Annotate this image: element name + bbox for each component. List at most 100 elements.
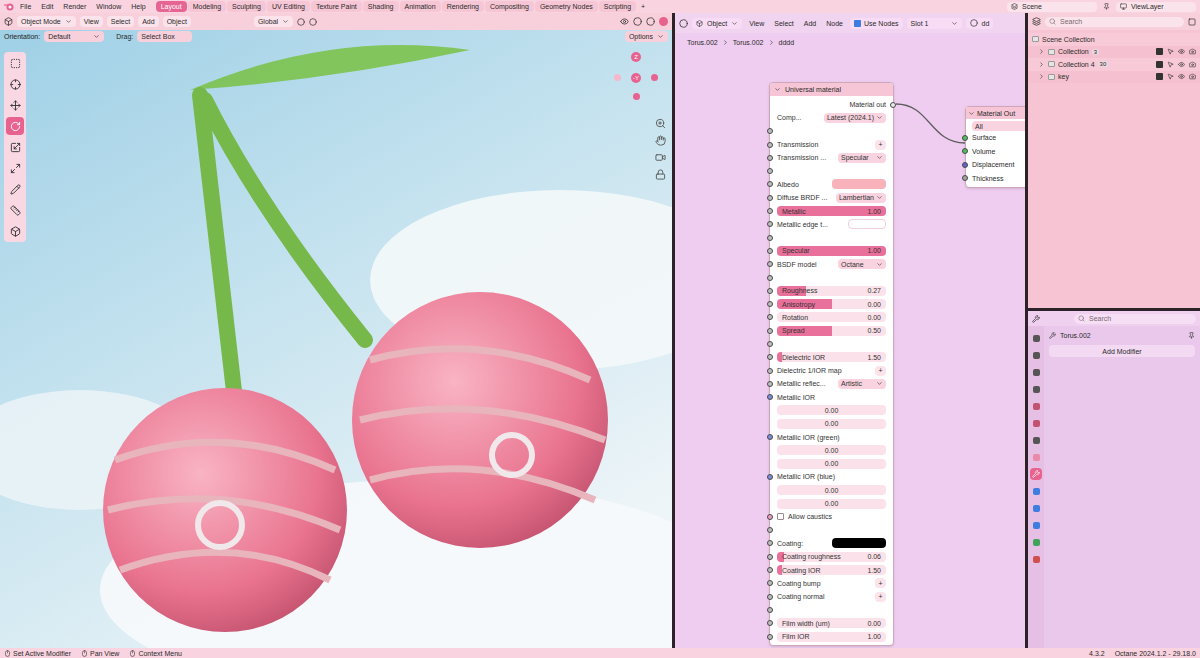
editor-type-icon[interactable]	[1032, 17, 1041, 26]
input-socket[interactable]	[767, 394, 773, 400]
properties-tab[interactable]	[1030, 400, 1042, 412]
target-dropdown[interactable]: All	[972, 121, 1025, 131]
input-socket[interactable]	[767, 368, 773, 374]
search-field[interactable]: Search	[1045, 17, 1184, 27]
menu-item[interactable]: Help	[127, 3, 149, 10]
properties-tab[interactable]	[1030, 383, 1042, 395]
material-selector[interactable]: dd	[966, 18, 994, 29]
input-socket[interactable]	[767, 195, 773, 201]
dropdown[interactable]: Artistic	[838, 379, 886, 389]
collapse-icon[interactable]	[968, 110, 975, 117]
input-socket[interactable]	[767, 275, 773, 281]
input-socket[interactable]	[767, 155, 773, 161]
search-field[interactable]: Search	[1074, 314, 1196, 324]
expand-icon[interactable]	[1038, 61, 1045, 68]
input-socket[interactable]	[767, 341, 773, 347]
add-workspace-button[interactable]: +	[637, 3, 649, 10]
slider[interactable]: Coating IOR1.50	[777, 565, 886, 575]
universal-material-node[interactable]: Universal materialMaterial outComp...Lat…	[769, 82, 894, 646]
outliner-row[interactable]: Collection 430	[1028, 58, 1200, 71]
workspace-tab[interactable]: UV Editing	[267, 1, 310, 12]
workspace-tab[interactable]: Geometry Nodes	[535, 1, 598, 12]
breadcrumb[interactable]: dddd	[779, 39, 795, 46]
tool-button[interactable]	[6, 117, 24, 135]
options-dropdown[interactable]: Options	[625, 31, 668, 42]
visibility-icon[interactable]	[1178, 48, 1185, 55]
text-field[interactable]	[848, 219, 886, 229]
input-socket[interactable]	[962, 175, 968, 181]
visibility-icon[interactable]	[1178, 61, 1185, 68]
tool-button[interactable]	[6, 96, 24, 114]
input-socket[interactable]	[767, 301, 773, 307]
menu-item[interactable]: Add	[801, 20, 819, 27]
shader-type-dropdown[interactable]: Object	[692, 18, 742, 29]
drag-dropdown[interactable]: Select Box	[137, 31, 192, 42]
menu-item[interactable]: Object	[163, 16, 191, 27]
input-socket[interactable]	[767, 540, 773, 546]
input-socket[interactable]	[962, 135, 968, 141]
editor-type-icon[interactable]	[679, 19, 688, 28]
input-socket[interactable]	[767, 208, 773, 214]
orientation-dropdown[interactable]: Default	[44, 31, 104, 42]
workspace-tab[interactable]: Sculpting	[227, 1, 266, 12]
properties-tab[interactable]	[1030, 332, 1042, 344]
exclude-checkbox[interactable]	[1156, 73, 1163, 80]
number-field[interactable]: 0.00	[777, 419, 886, 429]
properties-tab[interactable]	[1030, 485, 1042, 497]
menu-item[interactable]: Select	[771, 20, 796, 27]
input-socket[interactable]	[767, 567, 773, 573]
tool-button[interactable]	[6, 75, 24, 93]
exclude-checkbox[interactable]	[1156, 61, 1163, 68]
menu-item[interactable]: Select	[107, 16, 134, 27]
menu-item[interactable]: Edit	[37, 3, 57, 10]
input-socket[interactable]	[767, 620, 773, 626]
gizmo-axis[interactable]: Z	[631, 52, 641, 62]
editor-type-icon[interactable]	[1032, 315, 1040, 323]
input-socket[interactable]	[767, 527, 773, 533]
selectable-icon[interactable]	[1167, 48, 1174, 55]
slider[interactable]: Coating roughness0.06	[777, 552, 886, 562]
checkbox[interactable]	[777, 513, 784, 520]
selectable-icon[interactable]	[1167, 73, 1174, 80]
slider[interactable]: Roughness0.27	[777, 286, 886, 296]
input-socket[interactable]	[767, 235, 773, 241]
input-socket[interactable]	[767, 514, 773, 520]
input-socket[interactable]	[767, 328, 773, 334]
slider[interactable]: Anisotropy0.00	[777, 299, 886, 309]
gizmo-dot[interactable]	[633, 93, 640, 100]
dropdown[interactable]: Specular	[838, 153, 886, 163]
add-button[interactable]: +	[875, 140, 886, 150]
slot-dropdown[interactable]: Slot 1	[907, 18, 962, 29]
tool-button[interactable]	[6, 159, 24, 177]
number-field[interactable]: 0.00	[777, 485, 886, 495]
checkbox[interactable]	[854, 20, 861, 27]
input-socket[interactable]	[767, 554, 773, 560]
input-socket[interactable]	[767, 634, 773, 640]
dropdown[interactable]: Latest (2024.1)	[824, 113, 886, 123]
selectable-icon[interactable]	[1167, 61, 1174, 68]
transform-dropdown[interactable]: Global	[254, 16, 293, 27]
add-button[interactable]: +	[875, 578, 886, 588]
workspace-tab[interactable]: Compositing	[485, 1, 534, 12]
tool-button[interactable]	[6, 54, 24, 72]
dropdown[interactable]: Octane	[838, 259, 886, 269]
slider[interactable]: Film IOR1.00	[777, 632, 886, 642]
render-icon[interactable]	[1189, 48, 1196, 55]
breadcrumb[interactable]: Torus.002	[733, 39, 764, 46]
slider[interactable]: Specular1.00	[777, 246, 886, 256]
lock-icon[interactable]	[655, 169, 666, 180]
shading-wire-icon[interactable]	[633, 17, 642, 26]
tool-button[interactable]	[6, 138, 24, 156]
menu-item[interactable]: Render	[59, 3, 90, 10]
node-header[interactable]: Universal material	[770, 83, 893, 96]
slider[interactable]: Film width (um)0.00	[777, 618, 886, 628]
number-field[interactable]: 0.00	[777, 499, 886, 509]
pin-icon[interactable]	[1188, 332, 1195, 339]
node-canvas[interactable]: Universal materialMaterial outComp...Lat…	[675, 51, 1025, 648]
color-swatch[interactable]	[832, 179, 886, 189]
properties-tab[interactable]	[1030, 553, 1042, 565]
slider[interactable]: Dielectric IOR1.50	[777, 352, 886, 362]
input-socket[interactable]	[767, 248, 773, 254]
workspace-tab[interactable]: Texture Paint	[311, 1, 362, 12]
gizmo-axis[interactable]: -Y	[631, 73, 641, 83]
